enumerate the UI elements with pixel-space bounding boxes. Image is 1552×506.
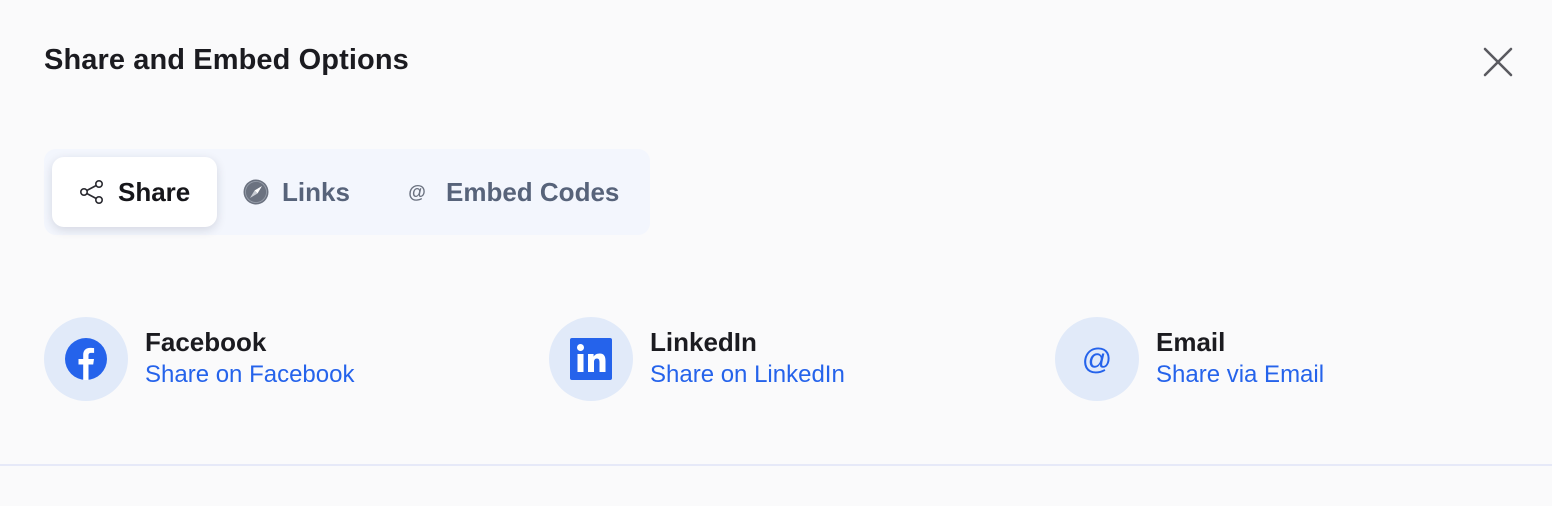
email-at-icon: @ <box>1082 343 1112 376</box>
dialog-title: Share and Embed Options <box>44 44 409 76</box>
at-icon: @ <box>404 179 430 205</box>
close-button[interactable] <box>1478 42 1518 82</box>
tab-links[interactable]: Links <box>242 157 350 227</box>
facebook-subtitle[interactable]: Share on Facebook <box>145 358 354 392</box>
compass-icon <box>242 178 270 206</box>
linkedin-title: LinkedIn <box>650 327 757 357</box>
svg-text:@: @ <box>408 182 426 202</box>
tab-links-label: Links <box>282 176 350 207</box>
tab-share-label: Share <box>118 176 191 207</box>
share-email-option[interactable]: @ Email Share via Email <box>1055 316 1324 402</box>
tab-bar: Share Links @ Embed Codes <box>44 149 650 235</box>
linkedin-icon <box>570 338 612 380</box>
tab-embed-codes-label: Embed Codes <box>446 176 620 207</box>
facebook-icon-circle <box>44 317 128 401</box>
share-embed-dialog: Share and Embed Options Share Links @ Em… <box>0 0 1552 506</box>
email-icon-circle: @ <box>1055 317 1139 401</box>
linkedin-subtitle[interactable]: Share on LinkedIn <box>650 358 845 392</box>
tab-embed-codes[interactable]: @ Embed Codes <box>404 157 619 227</box>
email-title: Email <box>1156 327 1226 357</box>
share-options: Facebook Share on Facebook LinkedIn Shar… <box>0 316 1552 402</box>
footer-divider <box>0 464 1552 466</box>
email-subtitle[interactable]: Share via Email <box>1156 358 1324 392</box>
share-facebook-option[interactable]: Facebook Share on Facebook <box>44 316 354 402</box>
svg-text:@: @ <box>1082 343 1112 376</box>
tab-share[interactable]: Share <box>52 157 217 227</box>
linkedin-icon-circle <box>549 317 633 401</box>
facebook-icon <box>65 338 107 380</box>
close-icon <box>1483 47 1513 77</box>
share-icon <box>78 178 106 206</box>
facebook-title: Facebook <box>145 327 267 357</box>
share-linkedin-option[interactable]: LinkedIn Share on LinkedIn <box>549 316 845 402</box>
